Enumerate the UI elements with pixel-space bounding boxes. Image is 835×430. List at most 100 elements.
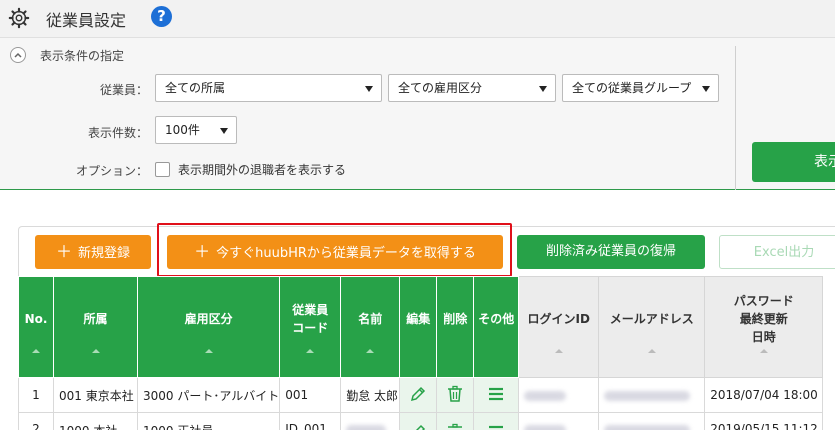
header-pw-line2: 最終更新: [739, 312, 788, 326]
caret-down-icon: [702, 86, 710, 92]
show-retired-label[interactable]: 表示期間外の退職者を表示する: [178, 161, 346, 178]
edit-cell[interactable]: [399, 412, 438, 430]
header-no[interactable]: No.: [18, 276, 54, 378]
header-pw-line1: パスワード: [733, 294, 794, 308]
header-login-label: ログインID: [527, 312, 590, 326]
collapse-toggle[interactable]: [10, 47, 26, 63]
caret-down-icon: [539, 86, 547, 92]
header-code-line2: コード: [292, 321, 329, 335]
header-edit: 編集: [399, 276, 438, 378]
cell-no: 2: [18, 412, 54, 430]
trash-icon[interactable]: [445, 384, 465, 404]
caret-down-icon: [220, 128, 228, 134]
employee-label: 従業員：: [99, 83, 148, 97]
cell-login: [518, 412, 600, 430]
sort-icon: [32, 349, 40, 353]
blurred-text: [604, 390, 691, 401]
header-no-label: No.: [24, 312, 48, 326]
highlight-box: [157, 223, 512, 277]
header-email[interactable]: メールアドレス: [598, 276, 706, 378]
header-login[interactable]: ログインID: [518, 276, 600, 378]
table-row: 2 1000 本社 1000 正社員 ID_001 2019/05/15 11:…: [18, 412, 824, 430]
show-button[interactable]: 表示: [752, 142, 835, 182]
blurred-text: [346, 424, 387, 430]
cell-email: [598, 412, 706, 430]
table-row: 1 001 東京本社 3000 パート･アルバイト 001 勤怠 太郎 2018…: [18, 377, 824, 413]
group-select-value: 全ての従業員グループ: [572, 81, 692, 95]
cell-updated: 2018/07/04 18:00: [704, 377, 824, 413]
cell-name: [340, 412, 401, 430]
table-header-row: No. 所属 雇用区分 従業員コード 名前 編集 削除 その他 ログインID メ…: [18, 276, 824, 378]
new-register-label: 新規登録: [78, 246, 131, 261]
header-email-label: メールアドレス: [609, 312, 694, 326]
new-register-button[interactable]: ＋ 新規登録: [35, 235, 151, 269]
menu-icon[interactable]: [486, 384, 506, 404]
cell-code: ID_001: [279, 412, 342, 430]
header-code[interactable]: 従業員 コード: [279, 276, 342, 378]
cell-dept: 1000 本社: [53, 412, 138, 430]
employment-select-value: 全ての雇用区分: [398, 81, 483, 95]
header-edit-label: 編集: [406, 312, 431, 326]
cell-updated: 2019/05/15 11:12: [704, 412, 824, 430]
restore-deleted-button[interactable]: 削除済み従業員の復帰: [517, 235, 705, 269]
header-delete-label: 削除: [443, 312, 468, 326]
cell-employment: 3000 パート･アルバイト: [136, 377, 281, 413]
sort-icon: [306, 349, 315, 353]
page-title: 従業員設定: [46, 11, 127, 30]
header-employment[interactable]: 雇用区分: [136, 276, 281, 378]
blurred-text: [524, 424, 567, 430]
gear-icon[interactable]: [8, 7, 30, 29]
header-name[interactable]: 名前: [340, 276, 401, 378]
other-cell[interactable]: [473, 412, 520, 430]
header-password-updated[interactable]: パスワード最終更新日時: [704, 276, 824, 378]
chevron-up-icon: [14, 52, 22, 58]
filter-panel: 表示条件の指定 従業員： 全ての所属 全ての雇用区分 全ての従業員グループ 表示…: [0, 38, 835, 190]
header-code-line1: 従業員: [292, 303, 329, 317]
excel-export-button[interactable]: Excel出力: [719, 235, 835, 269]
cell-name: 勤怠 太郎: [340, 377, 401, 413]
count-select-value: 100件: [165, 123, 200, 137]
trash-icon[interactable]: [445, 422, 465, 430]
dept-select[interactable]: 全ての所属: [155, 74, 382, 102]
cell-code: 001: [279, 377, 342, 413]
filter-section-title: 表示条件の指定: [40, 49, 125, 63]
count-label: 表示件数：: [87, 126, 148, 140]
menu-icon[interactable]: [486, 422, 506, 430]
header-other: その他: [473, 276, 520, 378]
delete-cell[interactable]: [436, 377, 475, 413]
header-pw-line3: 日時: [751, 330, 776, 344]
header-code-label: 従業員 コード: [292, 303, 328, 335]
pencil-icon[interactable]: [408, 422, 428, 430]
header-dept[interactable]: 所属: [53, 276, 138, 378]
cell-dept: 001 東京本社: [53, 377, 138, 413]
blurred-text: [604, 424, 691, 430]
blurred-text: [524, 390, 567, 401]
header-employment-label: 雇用区分: [184, 312, 233, 326]
sort-icon: [366, 349, 375, 353]
sort-icon: [204, 349, 213, 353]
cell-employment: 1000 正社員: [136, 412, 281, 430]
show-retired-checkbox[interactable]: [155, 162, 170, 177]
sort-icon: [647, 349, 656, 353]
sort-icon: [91, 349, 100, 353]
pencil-icon[interactable]: [408, 384, 428, 404]
divider: [735, 46, 736, 190]
cell-login: [518, 377, 600, 413]
dept-select-value: 全ての所属: [165, 81, 226, 95]
other-cell[interactable]: [473, 377, 520, 413]
employee-table: No. 所属 雇用区分 従業員コード 名前 編集 削除 その他 ログインID メ…: [18, 276, 824, 430]
header-name-label: 名前: [358, 312, 383, 326]
employment-select[interactable]: 全ての雇用区分: [388, 74, 556, 102]
count-select[interactable]: 100件: [155, 116, 237, 144]
header-dept-label: 所属: [83, 312, 108, 326]
group-select[interactable]: 全ての従業員グループ: [562, 74, 719, 102]
cell-email: [598, 377, 706, 413]
edit-cell[interactable]: [399, 377, 438, 413]
caret-down-icon: [365, 86, 373, 92]
option-label: オプション：: [75, 164, 148, 178]
plus-icon: ＋: [55, 242, 72, 261]
cell-no: 1: [18, 377, 54, 413]
help-icon[interactable]: ?: [151, 6, 172, 27]
page-header: 従業員設定 ?: [0, 0, 835, 38]
delete-cell[interactable]: [436, 412, 475, 430]
